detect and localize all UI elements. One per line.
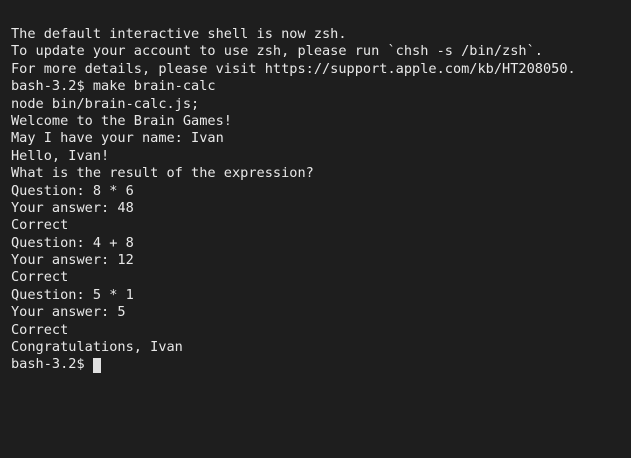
terminal-line: Your answer: 48 [11, 199, 134, 216]
terminal-line: For more details, please visit https://s… [11, 60, 576, 77]
terminal-line: What is the result of the expression? [11, 165, 314, 182]
terminal-line: bash-3.2$ make brain-calc [11, 78, 216, 95]
terminal-line: Question: 8 * 6 [11, 182, 134, 199]
terminal-line: Correct [11, 321, 69, 338]
terminal-line: Correct [11, 217, 69, 234]
command-prompt[interactable]: bash-3.2$ [11, 356, 631, 373]
terminal-line: To update your account to use zsh, pleas… [11, 43, 543, 60]
terminal-line: Hello, Ivan! [11, 147, 110, 164]
terminal-line: Your answer: 5 [11, 304, 126, 321]
terminal-line: Correct [11, 269, 69, 286]
terminal-line: Congratulations, Ivan [11, 339, 183, 356]
terminal-line: The default interactive shell is now zsh… [11, 26, 347, 42]
text-cursor [92, 357, 101, 373]
prompt-label: bash-3.2$ [11, 356, 85, 373]
terminal-line: Question: 5 * 1 [11, 286, 134, 303]
terminal-line: node bin/brain-calc.js; [11, 95, 200, 112]
terminal-line: Welcome to the Brain Games! [11, 112, 232, 129]
terminal-line: Question: 4 + 8 [11, 234, 134, 251]
terminal-line: May I have your name: Ivan [11, 130, 224, 147]
terminal-line: Your answer: 12 [11, 252, 134, 269]
terminal-window[interactable]: The default interactive shell is now zsh… [0, 0, 631, 458]
